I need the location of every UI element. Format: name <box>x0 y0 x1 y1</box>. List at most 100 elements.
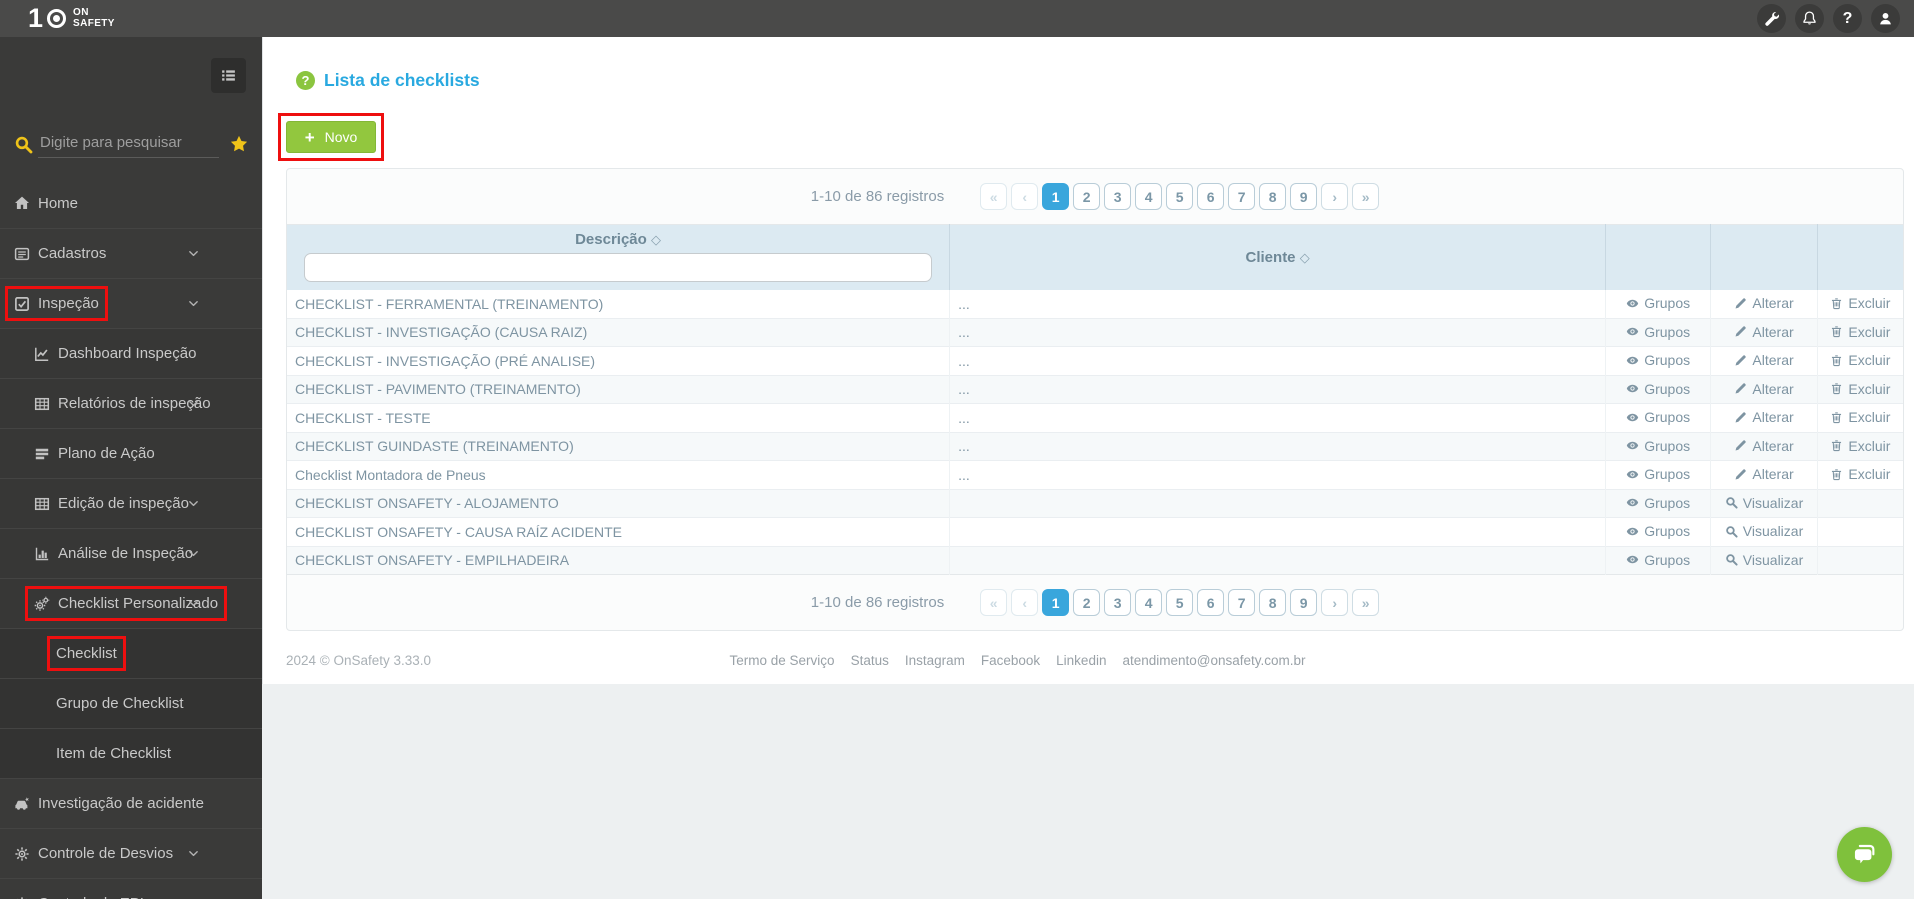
page-last-button[interactable]: » <box>1352 589 1380 616</box>
page-last-button[interactable]: » <box>1352 183 1380 210</box>
grupos-link[interactable]: Grupos <box>1626 295 1690 311</box>
sidebar-item-investigacao-de-acidente[interactable]: Investigação de acidente <box>0 778 262 828</box>
cell-action: Alterar <box>1710 431 1818 461</box>
page-7-button[interactable]: 7 <box>1228 589 1256 616</box>
sidebar-item-label: Edição de inspeção <box>58 495 189 512</box>
grupos-link[interactable]: Grupos <box>1626 438 1690 454</box>
pager: «‹ 1 2 3 4 5 6 7 8 9 ›» <box>980 183 1380 210</box>
action-label: Grupos <box>1644 380 1691 397</box>
sidebar-item-home[interactable]: Home <box>0 178 262 228</box>
wrench-button[interactable] <box>1757 4 1786 33</box>
menu-label-wrap: Análise de Inspeção <box>34 545 193 562</box>
grupos-link[interactable]: Grupos <box>1626 466 1690 482</box>
descricao-filter-input[interactable] <box>304 253 933 282</box>
footer-link-linkedin[interactable]: Linkedin <box>1056 653 1106 668</box>
sidebar-item-inspecao[interactable]: Inspeção <box>0 278 262 328</box>
checklist-table: Descrição ◇ Cliente ◇ CHECKLIST - FERRAM… <box>287 224 1903 575</box>
topbar: 1 ON SAFETY ? <box>0 0 1914 37</box>
chevron-down-icon <box>187 497 200 510</box>
visualizar-link[interactable]: Visualizar <box>1725 523 1803 539</box>
sidebar-toggle-button[interactable] <box>211 58 246 93</box>
sidebar-item-controle-de-desvios[interactable]: Controle de Desvios <box>0 828 262 878</box>
pencil-icon <box>1734 325 1747 338</box>
page-3-button[interactable]: 3 <box>1104 589 1132 616</box>
visualizar-link[interactable]: Visualizar <box>1725 552 1803 568</box>
alterar-link[interactable]: Alterar <box>1734 438 1794 454</box>
alterar-link[interactable]: Alterar <box>1734 295 1794 311</box>
excluir-link[interactable]: Excluir <box>1830 324 1890 340</box>
sidebar-item-controle-de-epis[interactable]: Controle de EPIs <box>0 878 262 899</box>
visualizar-link[interactable]: Visualizar <box>1725 495 1803 511</box>
sidebar-item-label: Plano de Ação <box>58 445 155 462</box>
page-6-button[interactable]: 6 <box>1197 183 1225 210</box>
action-label: Excluir <box>1848 295 1891 311</box>
alterar-link[interactable]: Alterar <box>1734 324 1794 340</box>
grupos-link[interactable]: Grupos <box>1626 552 1690 568</box>
page-1-button[interactable]: 1 <box>1042 183 1070 210</box>
sidebar-item-checklist-personalizado[interactable]: Checklist Personalizado <box>0 578 262 628</box>
page-8-button[interactable]: 8 <box>1259 183 1287 210</box>
sidebar-item-item-de-checklist[interactable]: Item de Checklist <box>0 728 262 778</box>
action-label: Grupos <box>1644 409 1691 425</box>
footer-link-termo-de-servico[interactable]: Termo de Serviço <box>730 653 835 668</box>
sidebar-item-edicao-de-inspecao[interactable]: Edição de inspeção <box>0 478 262 528</box>
alterar-link[interactable]: Alterar <box>1734 381 1794 397</box>
page-8-button[interactable]: 8 <box>1259 589 1287 616</box>
page-next-button[interactable]: › <box>1321 589 1349 616</box>
grupos-link[interactable]: Grupos <box>1626 352 1690 368</box>
excluir-link[interactable]: Excluir <box>1830 438 1890 454</box>
grupos-link[interactable]: Grupos <box>1626 409 1690 425</box>
excluir-link[interactable]: Excluir <box>1830 381 1890 397</box>
excluir-link[interactable]: Excluir <box>1830 466 1890 482</box>
menu-label-wrap: Cadastros <box>14 245 106 262</box>
alterar-link[interactable]: Alterar <box>1734 352 1794 368</box>
excluir-link[interactable]: Excluir <box>1830 409 1890 425</box>
sidebar-item-plano-de-acao[interactable]: Plano de Ação <box>0 428 262 478</box>
grupos-link[interactable]: Grupos <box>1626 495 1690 511</box>
page-4-button[interactable]: 4 <box>1135 183 1163 210</box>
sidebar-search-input[interactable] <box>38 130 219 158</box>
page-1-button[interactable]: 1 <box>1042 589 1070 616</box>
bell-button[interactable] <box>1795 4 1824 33</box>
excluir-link[interactable]: Excluir <box>1830 295 1890 311</box>
sidebar-item-analise-de-inspecao[interactable]: Análise de Inspeção <box>0 528 262 578</box>
page-5-button[interactable]: 5 <box>1166 183 1194 210</box>
sidebar-item-grupo-de-checklist[interactable]: Grupo de Checklist <box>0 678 262 728</box>
cell-action: Grupos <box>1605 346 1711 375</box>
footer-link-instagram[interactable]: Instagram <box>905 653 965 668</box>
page-6-button[interactable]: 6 <box>1197 589 1225 616</box>
grupos-link[interactable]: Grupos <box>1626 523 1690 539</box>
alterar-link[interactable]: Alterar <box>1734 409 1794 425</box>
sidebar-item-relatorios-de-inspecao[interactable]: Relatórios de inspeção <box>0 378 262 428</box>
sidebar-item-cadastros[interactable]: Cadastros <box>0 228 262 278</box>
sidebar-item-dashboard-inspecao[interactable]: Dashboard Inspeção <box>0 328 262 378</box>
star-icon[interactable] <box>230 135 248 153</box>
page-5-button[interactable]: 5 <box>1166 589 1194 616</box>
grupos-link[interactable]: Grupos <box>1626 381 1690 397</box>
pencil-icon <box>1734 382 1747 395</box>
footer-link-facebook[interactable]: Facebook <box>981 653 1040 668</box>
page-2-button[interactable]: 2 <box>1073 589 1101 616</box>
help-button[interactable]: ? <box>1833 4 1862 33</box>
grupos-link[interactable]: Grupos <box>1626 324 1690 340</box>
sidebar-item-checklist[interactable]: Checklist <box>0 628 262 678</box>
page-3-button[interactable]: 3 <box>1104 183 1132 210</box>
page-2-button[interactable]: 2 <box>1073 183 1101 210</box>
page-9-button[interactable]: 9 <box>1290 589 1318 616</box>
footer-link-status[interactable]: Status <box>851 653 889 668</box>
page-4-button[interactable]: 4 <box>1135 589 1163 616</box>
footer-link-atendimento@onsafety.com.br[interactable]: atendimento@onsafety.com.br <box>1122 653 1305 668</box>
alterar-link[interactable]: Alterar <box>1734 466 1794 482</box>
cell-descricao: CHECKLIST GUINDASTE (TREINAMENTO) <box>287 431 950 461</box>
chat-widget-button[interactable] <box>1837 827 1892 882</box>
column-header-cliente[interactable]: Cliente ◇ <box>949 224 1606 290</box>
excluir-link[interactable]: Excluir <box>1830 352 1890 368</box>
help-circle-icon[interactable]: ? <box>296 71 315 90</box>
page-7-button[interactable]: 7 <box>1228 183 1256 210</box>
page-next-button[interactable]: › <box>1321 183 1349 210</box>
novo-button[interactable]: + Novo <box>286 121 376 153</box>
user-button[interactable] <box>1871 4 1900 33</box>
page-9-button[interactable]: 9 <box>1290 183 1318 210</box>
column-header-descricao[interactable]: Descrição ◇ <box>287 224 950 290</box>
question-icon: ? <box>1842 9 1853 27</box>
